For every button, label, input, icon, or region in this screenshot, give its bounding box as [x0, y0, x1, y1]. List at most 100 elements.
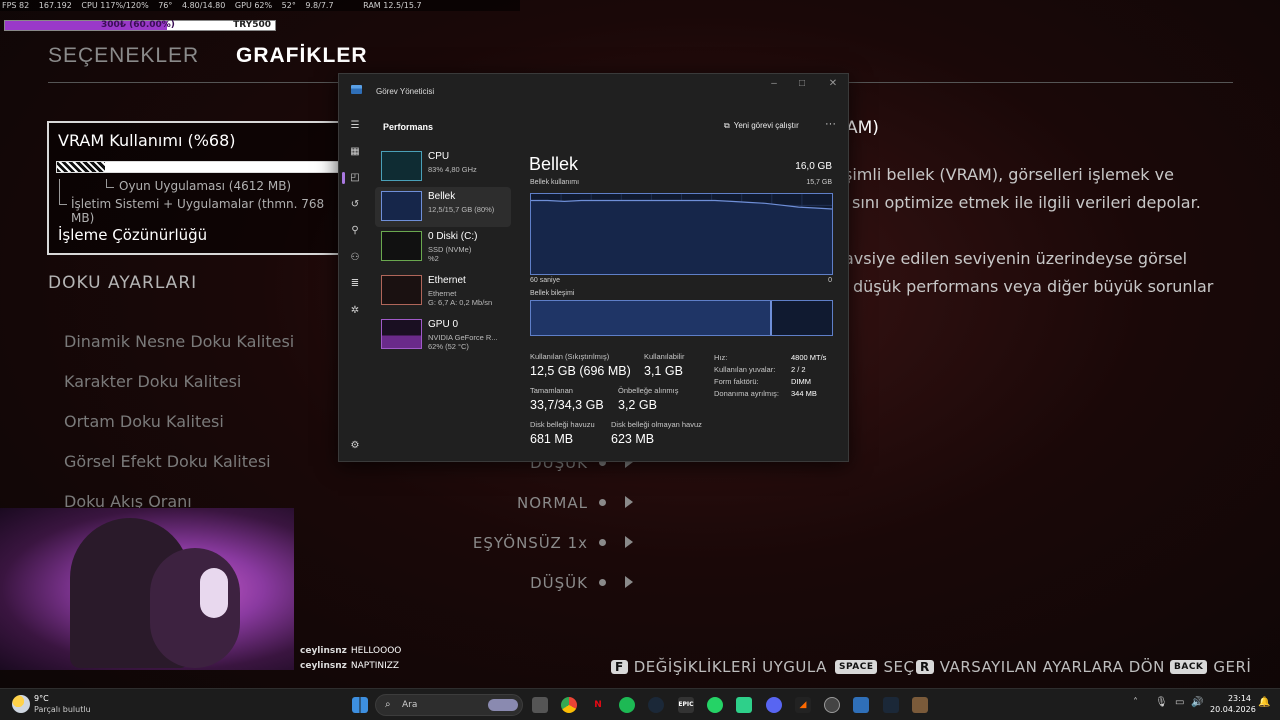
description-line: düşük performans veya diğer büyük sorunl…	[853, 277, 1214, 296]
speed-label: Hız:	[714, 353, 728, 362]
render-resolution-label: İşleme Çözünürlüğü	[58, 226, 208, 244]
tab-options[interactable]: SEÇENEKLER	[48, 44, 199, 68]
perf-item-cpu[interactable]: CPU 83% 4,80 GHz	[375, 147, 511, 187]
webcam-overlay	[0, 508, 294, 670]
hardware-reserved-label: Donanıma ayrılmış:	[714, 389, 780, 398]
gpu-thumbnail	[381, 319, 422, 349]
task-manager-logo-icon	[351, 85, 362, 94]
back-label: GERİ	[1213, 658, 1252, 676]
startup-apps-icon[interactable]: ⚲	[349, 225, 361, 237]
weather-temp[interactable]: 9°C	[34, 694, 49, 703]
ethernet-thumbnail	[381, 275, 422, 305]
tree-connector	[106, 179, 114, 188]
next-arrow-icon[interactable]	[625, 496, 633, 508]
side-nav: ☰ ▦ ◰ ↺ ⚲ ⚇ ≣ ✲ ⚙	[339, 112, 371, 462]
perf-item-ethernet[interactable]: Ethernet Ethernet G: 6,7 A: 0,2 Mb/sn	[375, 271, 511, 311]
settings-gear-icon[interactable]: ⚙	[349, 440, 361, 452]
more-options-button[interactable]: ···	[825, 118, 836, 130]
value-dot	[599, 539, 606, 546]
processes-icon[interactable]: ▦	[349, 146, 361, 158]
description-line: avsiye edilen seviyenin üzerindeyse görs…	[844, 249, 1188, 268]
app-icon[interactable]: ◢	[795, 697, 811, 713]
committed-value: 33,7/34,3 GB	[530, 398, 604, 412]
hamburger-menu-icon[interactable]: ☰	[349, 120, 361, 132]
epic-games-icon[interactable]: EPIC	[678, 697, 694, 713]
steam-icon[interactable]	[648, 697, 664, 713]
setting-character-texture[interactable]: Karakter Doku Kalitesi	[64, 372, 241, 391]
clock-time[interactable]: 23:14	[1215, 694, 1251, 703]
weather-desc[interactable]: Parçalı bulutlu	[34, 705, 91, 714]
taskbar-search-input[interactable]: ⌕ Ara	[375, 694, 523, 716]
setting-environment-texture[interactable]: Ortam Doku Kalitesi	[64, 412, 224, 431]
users-icon[interactable]: ⚇	[349, 252, 361, 264]
discord-icon[interactable]	[766, 697, 782, 713]
microphone-icon[interactable]: 🎙	[1155, 697, 1168, 708]
steam-icon[interactable]	[883, 697, 899, 713]
perf-item-detail: SSD (NVMe)	[428, 245, 472, 254]
cpu-temp-readout: 76°	[158, 1, 173, 10]
window-title: Görev Yöneticisi	[376, 87, 435, 96]
maximize-icon[interactable]: □	[793, 78, 811, 89]
vram-usage-panel: VRAM Kullanımı (%68) Oyun Uygulaması (46…	[47, 121, 347, 255]
apply-changes-hint[interactable]: F DEĞİŞİKLİKLERİ UYGULA	[611, 658, 827, 676]
ram-readout: RAM 12.5/15.7	[363, 1, 422, 10]
task-manager-taskbar-icon[interactable]	[853, 697, 869, 713]
speed-value: 4800 MT/s	[791, 353, 827, 362]
app-icon[interactable]	[736, 697, 752, 713]
in-use-value: 12,5 GB (696 MB)	[530, 364, 631, 378]
next-arrow-icon[interactable]	[625, 576, 633, 588]
close-icon[interactable]: ✕	[824, 78, 842, 89]
perf-item-disk[interactable]: 0 Diski (C:) SSD (NVMe) %2	[375, 227, 511, 267]
form-factor-label: Form faktörü:	[714, 377, 759, 386]
perf-item-gpu[interactable]: GPU 0 NVIDIA GeForce R... 62% (52 °C)	[375, 315, 511, 355]
perf-item-detail: %2	[428, 254, 439, 263]
next-arrow-icon[interactable]	[625, 536, 633, 548]
performance-icon[interactable]: ◰	[349, 172, 361, 184]
minimize-icon[interactable]: –	[765, 78, 783, 89]
apply-changes-label: DEĞİŞİKLİKLERİ UYGULA	[633, 658, 827, 676]
reset-defaults-hint[interactable]: R VARSAYILAN AYARLARA DÖN	[916, 658, 1165, 676]
start-button-icon[interactable]	[352, 697, 368, 713]
run-new-task-button[interactable]: ⧉ Yeni görevi çalıştır	[724, 121, 799, 131]
search-icon: ⌕	[385, 699, 391, 710]
perf-item-detail: 83% 4,80 GHz	[428, 165, 477, 174]
perf-item-name: GPU 0	[428, 319, 459, 330]
setting-vfx-texture[interactable]: Görsel Efekt Doku Kalitesi	[64, 452, 271, 471]
netflix-icon[interactable]: N	[590, 697, 606, 713]
active-indicator	[342, 172, 345, 184]
volume-icon[interactable]: 🔊	[1191, 697, 1203, 708]
app-history-icon[interactable]: ↺	[349, 199, 361, 211]
chat-text: NAPTINIZZ	[350, 661, 400, 671]
services-icon[interactable]: ✲	[349, 305, 361, 317]
obs-icon[interactable]	[824, 697, 840, 713]
fps-readout: FPS 82	[2, 1, 30, 10]
search-placeholder: Ara	[402, 700, 418, 710]
whatsapp-icon[interactable]	[707, 697, 723, 713]
chrome-icon[interactable]	[561, 697, 577, 713]
form-factor-value: DIMM	[791, 377, 811, 386]
game-icon[interactable]	[912, 697, 928, 713]
vram-usage-bar	[56, 161, 346, 173]
perf-item-name: Ethernet	[428, 275, 466, 286]
texture-settings-heading: DOKU AYARLARI	[48, 273, 198, 293]
cached-label: Önbelleğe alınmış	[618, 386, 679, 395]
value-dot	[599, 499, 606, 506]
details-icon[interactable]: ≣	[349, 278, 361, 290]
back-hint[interactable]: BACK GERİ	[1170, 658, 1251, 676]
spotify-icon[interactable]	[619, 697, 635, 713]
setting-dynamic-object-texture[interactable]: Dinamik Nesne Doku Kalitesi	[64, 332, 294, 351]
vram-os-segment	[57, 162, 105, 172]
select-hint[interactable]: SPACE SEÇ	[835, 658, 914, 676]
tab-graphics[interactable]: GRAFİKLER	[236, 44, 368, 68]
network-icon[interactable]: ▭	[1175, 697, 1184, 708]
notification-bell-icon[interactable]: 🔔	[1258, 697, 1270, 708]
weather-icon[interactable]	[12, 695, 30, 713]
in-use-label: Kullanılan (Sıkıştırılmış)	[530, 352, 610, 361]
clock-date[interactable]: 20.04.2026	[1210, 705, 1256, 714]
reset-defaults-label: VARSAYILAN AYARLARA DÖN	[939, 658, 1165, 676]
perf-item-memory[interactable]: Bellek 12,5/15,7 GB (80%)	[375, 187, 511, 227]
task-view-icon[interactable]	[532, 697, 548, 713]
chevron-up-icon[interactable]: ˄	[1133, 697, 1138, 708]
windows-taskbar: 9°C Parçalı bulutlu ⌕ Ara N EPIC ◢ ˄ 🎙 ▭…	[0, 688, 1280, 720]
nonpaged-pool-label: Disk belleği olmayan havuz	[611, 420, 702, 429]
